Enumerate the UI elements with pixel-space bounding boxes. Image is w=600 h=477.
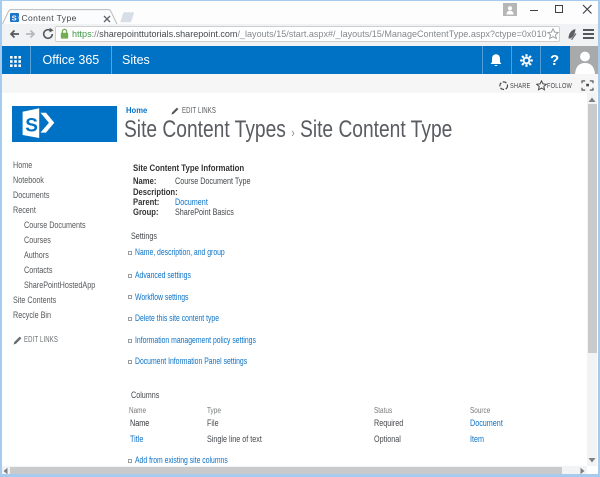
svg-text:S: S: [25, 116, 38, 137]
svg-text:S: S: [12, 13, 17, 22]
